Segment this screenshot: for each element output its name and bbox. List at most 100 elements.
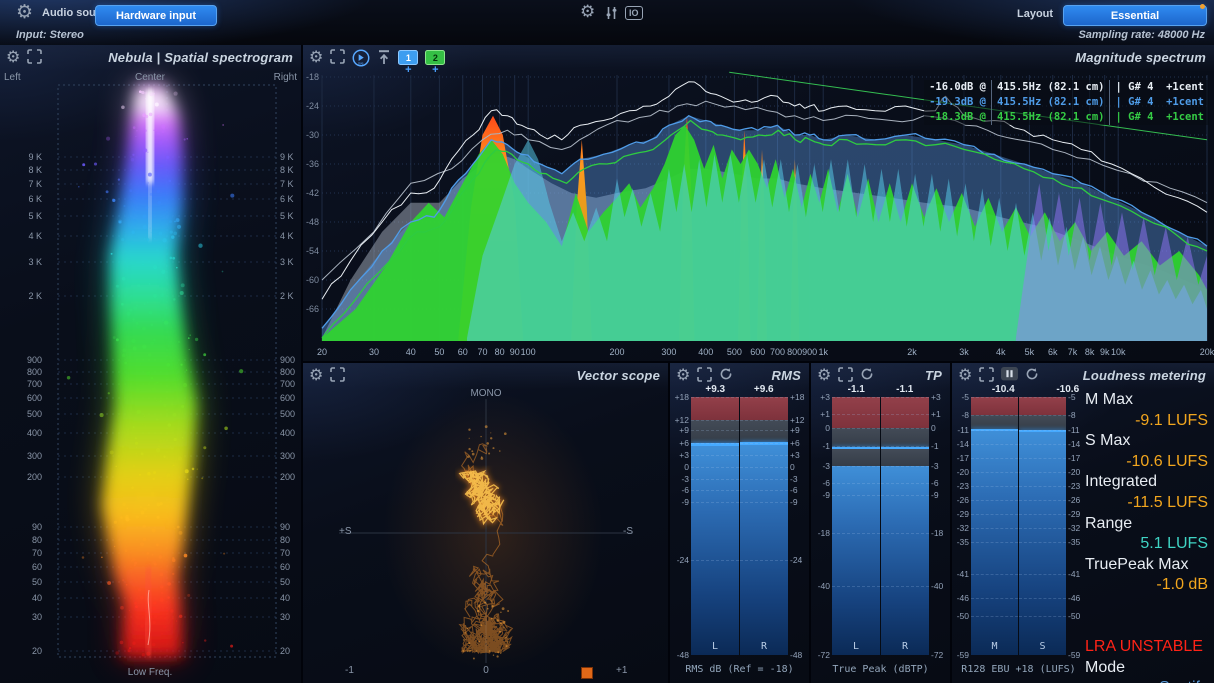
loudness-pause-icon[interactable] <box>1001 367 1018 381</box>
marker-1-badge[interactable]: 1 <box>398 50 418 65</box>
rms-header: ⚙ RMS <box>670 363 809 389</box>
meter-bar-S: S <box>1018 397 1066 655</box>
loudness-mode-label: Mode <box>1085 658 1208 679</box>
svg-text:live: live <box>359 61 364 65</box>
nebula-tick-right: 60 <box>280 562 290 572</box>
meter-bar-L: L <box>691 397 739 655</box>
meter-body: -5-8-11-14-17-20-23-26-29-32-35-41-46-50… <box>954 397 1083 655</box>
nebula-tick-right: 20 <box>280 646 290 656</box>
nebula-tick-right: 200 <box>280 472 295 482</box>
spectrum-x-label: 30 <box>369 347 379 357</box>
settings-icon[interactable]: ⚙ <box>580 4 595 20</box>
tp-settings-icon[interactable]: ⚙ <box>817 367 831 383</box>
nebula-tick-left: 6 K <box>28 194 42 204</box>
meter-channel-label: R <box>740 641 788 652</box>
nebula-tick-left: 90 <box>32 522 42 532</box>
nebula-tick-right: 70 <box>280 548 290 558</box>
nebula-tick-right: 3 K <box>280 257 294 267</box>
nebula-tick-left: 60 <box>32 562 42 572</box>
loudness-settings-icon[interactable]: ⚙ <box>958 367 972 383</box>
meter-bars: LR <box>832 397 929 655</box>
meter-bar-M: M <box>971 397 1018 655</box>
spectrum-y-label: -54 <box>306 246 319 256</box>
nebula-tick-right: 9 K <box>280 152 294 162</box>
spectrum-x-label: 4k <box>996 347 1006 357</box>
freeze-top-icon[interactable] <box>377 49 391 66</box>
spectrum-x-label: 900 <box>802 347 817 357</box>
readout-row-max: -16.0dB @415.5Hz (82.1 cm)| G# 4 +1cent <box>924 80 1209 95</box>
marker-2-button[interactable]: 2 + <box>425 50 445 75</box>
spectrum-x-label: 60 <box>458 347 468 357</box>
spacer <box>1085 617 1208 638</box>
nebula-tick-right: 7 K <box>280 179 294 189</box>
nebula-tick-right: 2 K <box>280 291 294 301</box>
meter-bars: MS <box>971 397 1066 655</box>
tp-header: ⚙ TP <box>811 363 950 389</box>
loudness-stat-value: -11.5 LUFS <box>1085 493 1208 514</box>
layout-essential-button[interactable]: Essential <box>1063 5 1207 26</box>
nebula-settings-icon[interactable]: ⚙ <box>6 49 20 65</box>
nebula-tick-left: 30 <box>32 612 42 622</box>
meter-body: +3+10-1-3-6-9-18-40-72LR+3+10-1-3-6-9-18… <box>813 397 948 655</box>
readout-level: -16.0dB @ <box>924 80 991 95</box>
mixer-icon[interactable] <box>604 6 619 20</box>
spectrum-x-label: 9k <box>1100 347 1110 357</box>
spectrum-x-label: 3k <box>959 347 969 357</box>
rms-fullscreen-icon[interactable] <box>697 367 712 382</box>
nebula-tick-left: 5 K <box>28 211 42 221</box>
rms-reset-icon[interactable] <box>719 367 733 381</box>
nebula-tick-left: 9 K <box>28 152 42 162</box>
nebula-tick-right: 500 <box>280 409 295 419</box>
meter-scale-l: +18+12+9+6+30-3-6-9-24-48 <box>672 397 691 655</box>
marker-1-button[interactable]: 1 + <box>398 50 418 75</box>
live-play-icon[interactable]: live <box>352 49 370 67</box>
audio-source-settings-icon[interactable]: ⚙ <box>16 4 33 20</box>
loudness-panel: ⚙ Loudness metering R128 EBU +18 (LUFS) … <box>952 363 1214 683</box>
spectrum-y-label: -42 <box>306 188 319 198</box>
spectrum-x-label: 7k <box>1068 347 1078 357</box>
spectrum-settings-icon[interactable]: ⚙ <box>309 49 323 65</box>
nebula-tick-left: 4 K <box>28 231 42 241</box>
nebula-bottom-label: Low Freq. <box>128 667 172 678</box>
scope-title: Vector scope <box>576 368 660 383</box>
spectrum-x-label: 500 <box>727 347 742 357</box>
nebula-tick-left: 50 <box>32 577 42 587</box>
marker-1-add-icon[interactable]: + <box>405 66 411 75</box>
tp-caption: True Peak (dBTP) <box>811 664 950 675</box>
meter-scale-l: -5-8-11-14-17-20-23-26-29-32-35-41-46-50… <box>954 397 971 655</box>
meter-bar-R: R <box>880 397 929 655</box>
meter-channel-label: S <box>1019 641 1066 652</box>
nebula-tick-right: 40 <box>280 593 290 603</box>
tp-title: TP <box>925 368 942 383</box>
nebula-tick-left: 20 <box>32 646 42 656</box>
nebula-fullscreen-icon[interactable] <box>27 49 42 64</box>
spectrum-x-label: 20 <box>317 347 327 357</box>
scope-minus-s-label: -S <box>623 526 633 537</box>
input-info: Input: Stereo <box>16 29 84 41</box>
loudness-stat-label: Range <box>1085 514 1208 535</box>
tp-fullscreen-icon[interactable] <box>838 367 853 382</box>
spectrum-x-label: 700 <box>770 347 785 357</box>
loudness-fullscreen-icon[interactable] <box>979 367 994 382</box>
spectrum-title: Magnitude spectrum <box>1075 50 1206 65</box>
meter-scale-r: -5-8-11-14-17-20-23-26-29-32-35-41-46-50… <box>1066 397 1083 655</box>
loudness-reset-icon[interactable] <box>1025 367 1039 381</box>
spectrum-y-label: -48 <box>306 217 319 227</box>
scope-settings-icon[interactable]: ⚙ <box>309 367 323 383</box>
nebula-tick-right: 30 <box>280 612 290 622</box>
meter-channel-label: L <box>691 641 739 652</box>
scope-zero-label: 0 <box>483 665 489 676</box>
io-routing-icon[interactable]: IO <box>625 6 643 20</box>
hardware-input-button[interactable]: Hardware input <box>95 5 217 26</box>
marker-2-add-icon[interactable]: + <box>432 66 438 75</box>
rms-settings-icon[interactable]: ⚙ <box>676 367 690 383</box>
scope-clip-indicator-button[interactable] <box>581 667 593 679</box>
spectrum-fullscreen-icon[interactable] <box>330 49 345 64</box>
marker-2-badge[interactable]: 2 <box>425 50 445 65</box>
loudness-stat-value: 5.1 LUFS <box>1085 534 1208 555</box>
scope-minus-one-label: -1 <box>345 665 354 676</box>
scope-mono-label: MONO <box>470 388 501 399</box>
tp-reset-icon[interactable] <box>860 367 874 381</box>
scope-fullscreen-icon[interactable] <box>330 367 345 382</box>
spectrum-x-label: 8k <box>1085 347 1095 357</box>
